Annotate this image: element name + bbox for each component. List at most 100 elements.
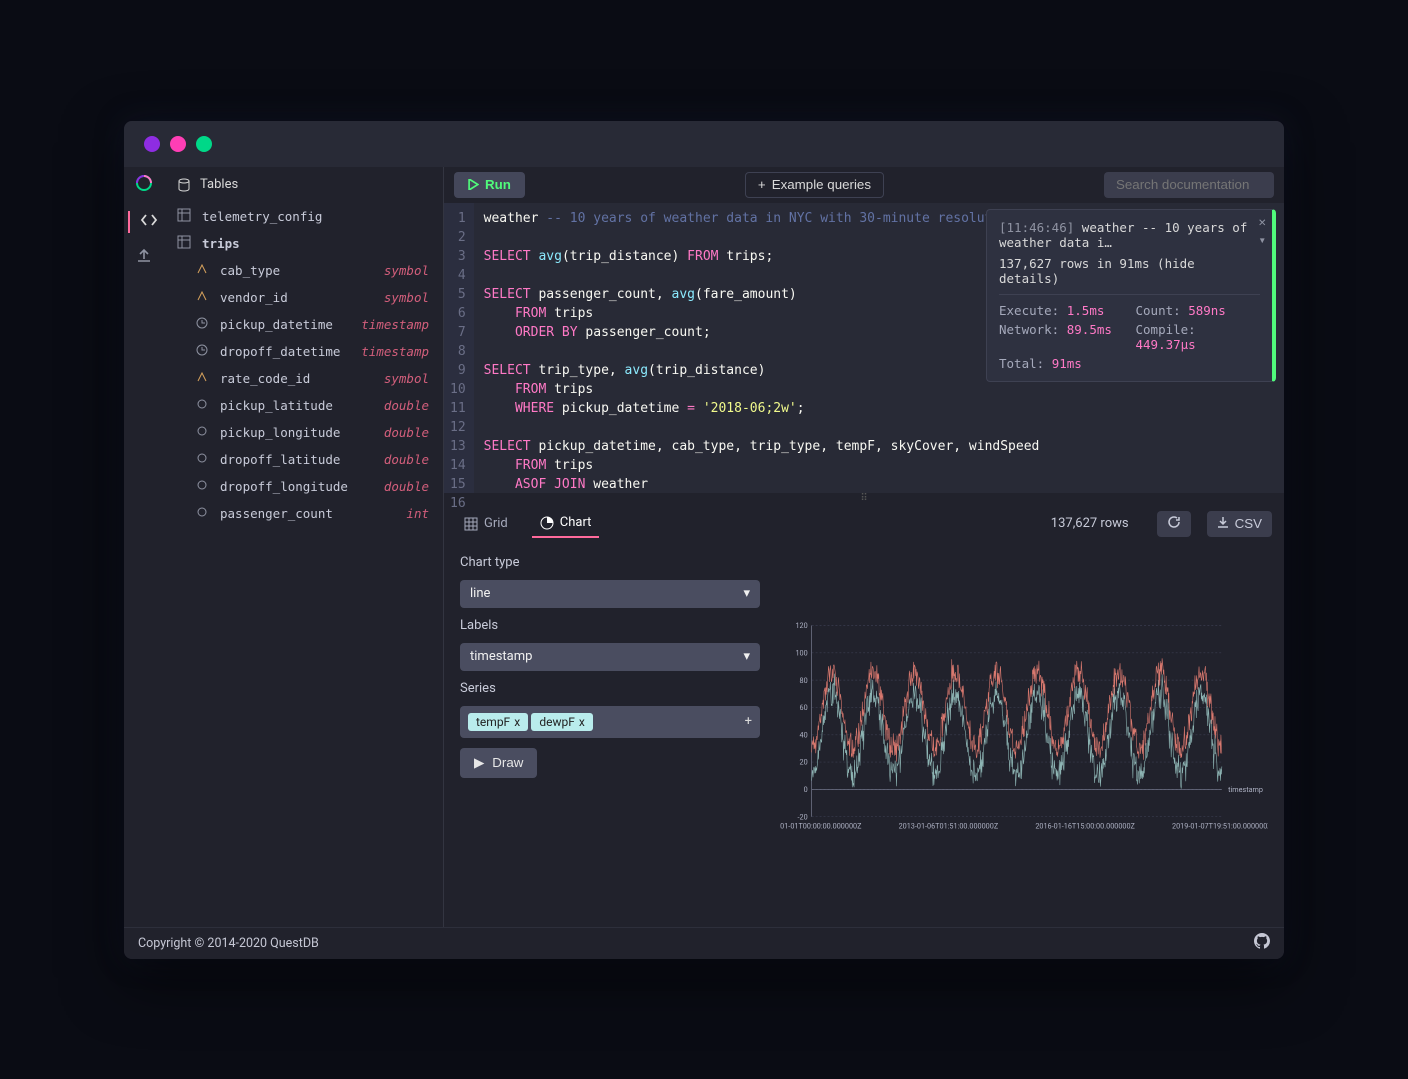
column-icon bbox=[192, 371, 212, 386]
svg-text:2013-01-06T01:51:00.000000Z: 2013-01-06T01:51:00.000000Z bbox=[899, 821, 999, 830]
code-editor[interactable]: 1 2 3 4 5 6 7 8 9 10 11 12 13 14 15 16 w… bbox=[444, 203, 1284, 493]
github-icon[interactable] bbox=[1254, 933, 1270, 953]
chart-area: -20 0 20 40 60 80 100 120 2010-01-01T00:00:00.00… bbox=[780, 555, 1268, 907]
chart-type-label: Chart type bbox=[460, 555, 760, 570]
remove-chip-icon[interactable]: x bbox=[514, 715, 520, 729]
svg-text:40: 40 bbox=[800, 730, 808, 739]
tab-chart[interactable]: Chart bbox=[532, 509, 600, 538]
sidebar-title: Tables bbox=[200, 177, 238, 192]
window-dot[interactable] bbox=[196, 136, 212, 152]
tab-chart-label: Chart bbox=[560, 515, 592, 530]
column-row[interactable]: pickup_latitudedouble bbox=[164, 392, 443, 419]
tab-grid[interactable]: Grid bbox=[456, 510, 516, 537]
csv-label: CSV bbox=[1235, 516, 1262, 531]
database-icon bbox=[176, 177, 192, 193]
pin-icon[interactable]: ▾ bbox=[1258, 232, 1266, 247]
column-icon bbox=[192, 452, 212, 467]
app-window: Tables telemetry_configtripscab_typesymb… bbox=[124, 121, 1284, 959]
table-icon bbox=[174, 208, 194, 225]
labels-select[interactable]: timestamp ▾ bbox=[460, 643, 760, 671]
chevron-down-icon: ▾ bbox=[743, 586, 750, 601]
query-result-toast: ✕ ▾ [11:46:46] weather -- 10 years of we… bbox=[986, 209, 1276, 382]
column-row[interactable]: rate_code_idsymbol bbox=[164, 365, 443, 392]
line-chart: -20 0 20 40 60 80 100 120 2010-01-01T00:00:00.00… bbox=[780, 555, 1268, 907]
rows-count: 137,627 rows bbox=[1051, 516, 1129, 531]
refresh-button[interactable] bbox=[1157, 511, 1191, 537]
column-row[interactable]: passenger_countint bbox=[164, 500, 443, 527]
labels-label: Labels bbox=[460, 618, 760, 633]
chevron-down-icon: ▾ bbox=[743, 649, 750, 664]
window-dot[interactable] bbox=[144, 136, 160, 152]
series-input[interactable]: tempF x dewpF x + bbox=[460, 706, 760, 738]
example-label: Example queries bbox=[772, 177, 871, 192]
copyright: Copyright © 2014-2020 QuestDB bbox=[138, 936, 319, 951]
remove-chip-icon[interactable]: x bbox=[579, 715, 585, 729]
play-icon bbox=[468, 179, 479, 190]
column-icon bbox=[192, 290, 212, 305]
close-icon[interactable]: ✕ bbox=[1258, 214, 1266, 229]
resize-handle[interactable]: ⠿ bbox=[444, 493, 1284, 505]
logo-icon bbox=[134, 173, 154, 197]
column-row[interactable]: pickup_datetimetimestamp bbox=[164, 311, 443, 338]
run-button[interactable]: Run bbox=[454, 172, 525, 198]
svg-text:120: 120 bbox=[795, 621, 807, 630]
table-row[interactable]: telemetry_config bbox=[164, 203, 443, 230]
svg-text:2016-01-16T15:00:00.000000Z: 2016-01-16T15:00:00.000000Z bbox=[1035, 821, 1135, 830]
column-row[interactable]: dropoff_datetimetimestamp bbox=[164, 338, 443, 365]
plus-icon: + bbox=[758, 177, 766, 192]
column-icon bbox=[192, 263, 212, 278]
run-label: Run bbox=[485, 177, 511, 192]
series-chip[interactable]: tempF x bbox=[468, 713, 528, 731]
svg-text:2019-01-07T19:51:00.000000Z: 2019-01-07T19:51:00.000000Z bbox=[1172, 821, 1268, 830]
editor-toolbar: Run + Example queries bbox=[444, 167, 1284, 203]
svg-text:100: 100 bbox=[795, 648, 807, 657]
draw-button[interactable]: ▶ Draw bbox=[460, 748, 537, 778]
svg-text:2010-01-01T00:00:00.000000Z: 2010-01-01T00:00:00.000000Z bbox=[780, 821, 862, 830]
svg-text:0: 0 bbox=[804, 785, 808, 794]
column-icon bbox=[192, 317, 212, 332]
refresh-icon bbox=[1167, 515, 1181, 532]
sidebar-header: Tables bbox=[164, 167, 443, 203]
column-icon bbox=[192, 479, 212, 494]
upload-icon[interactable] bbox=[135, 247, 153, 269]
csv-button[interactable]: CSV bbox=[1207, 511, 1272, 537]
series-chip[interactable]: dewpF x bbox=[531, 713, 592, 731]
results-tabs: Grid Chart 137,627 rows bbox=[444, 505, 1284, 543]
activity-rail bbox=[124, 167, 164, 927]
play-icon: ▶ bbox=[474, 755, 484, 771]
footer: Copyright © 2014-2020 QuestDB bbox=[124, 927, 1284, 959]
chart-type-select[interactable]: line ▾ bbox=[460, 580, 760, 608]
svg-text:-20: -20 bbox=[798, 812, 808, 821]
column-row[interactable]: dropoff_latitudedouble bbox=[164, 446, 443, 473]
svg-text:60: 60 bbox=[800, 703, 808, 712]
add-series-icon[interactable]: + bbox=[745, 714, 752, 729]
window-dot[interactable] bbox=[170, 136, 186, 152]
code-tab-icon[interactable] bbox=[128, 211, 158, 233]
series-label: Series bbox=[460, 681, 760, 696]
grid-icon bbox=[464, 517, 478, 531]
column-row[interactable]: pickup_longitudedouble bbox=[164, 419, 443, 446]
draw-label: Draw bbox=[492, 755, 523, 770]
toast-timestamp: [11:46:46] bbox=[999, 220, 1074, 235]
column-icon bbox=[192, 398, 212, 413]
sidebar: Tables telemetry_configtripscab_typesymb… bbox=[164, 167, 444, 927]
download-icon bbox=[1217, 516, 1229, 531]
column-row[interactable]: vendor_idsymbol bbox=[164, 284, 443, 311]
column-icon bbox=[192, 344, 212, 359]
column-icon bbox=[192, 506, 212, 521]
svg-text:timestamp: timestamp bbox=[1228, 785, 1263, 794]
column-row[interactable]: cab_typesymbol bbox=[164, 257, 443, 284]
content-area: Run + Example queries 1 2 3 4 5 6 7 8 9 … bbox=[444, 167, 1284, 927]
column-row[interactable]: dropoff_longitudedouble bbox=[164, 473, 443, 500]
results-pane: Chart type line ▾ Labels timestamp ▾ Ser… bbox=[444, 543, 1284, 927]
chart-controls: Chart type line ▾ Labels timestamp ▾ Ser… bbox=[460, 555, 760, 907]
svg-text:80: 80 bbox=[800, 675, 808, 684]
search-input[interactable] bbox=[1104, 172, 1274, 198]
tab-grid-label: Grid bbox=[484, 516, 508, 531]
chart-icon bbox=[540, 516, 554, 530]
editor-gutter: 1 2 3 4 5 6 7 8 9 10 11 12 13 14 15 16 bbox=[444, 203, 474, 493]
table-row[interactable]: trips bbox=[164, 230, 443, 257]
svg-text:20: 20 bbox=[800, 757, 808, 766]
example-queries-button[interactable]: + Example queries bbox=[745, 172, 884, 198]
tables-tree: telemetry_configtripscab_typesymbolvendo… bbox=[164, 203, 443, 927]
